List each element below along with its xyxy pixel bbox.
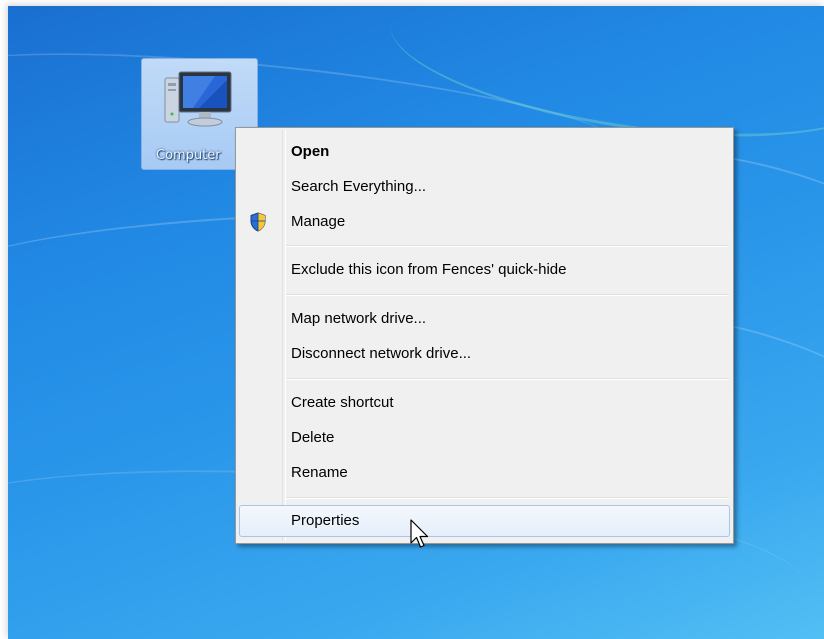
menu-item-create-shortcut[interactable]: Create shortcut: [239, 387, 730, 419]
menu-item-label: Delete: [291, 429, 335, 446]
computer-icon: [164, 71, 232, 127]
menu-item-label: Rename: [291, 464, 348, 481]
menu-item-delete[interactable]: Delete: [239, 422, 730, 454]
menu-item-disconnect-network-drive[interactable]: Disconnect network drive...: [239, 338, 730, 370]
menu-item-search-everything[interactable]: Search Everything...: [239, 171, 730, 203]
menu-item-label: Search Everything...: [291, 178, 427, 195]
menu-item-label: Create shortcut: [291, 394, 394, 411]
menu-item-manage[interactable]: Manage: [239, 206, 730, 238]
menu-item-rename[interactable]: Rename: [239, 457, 730, 489]
menu-item-properties[interactable]: Properties: [239, 505, 730, 537]
menu-item-exclude-fences[interactable]: Exclude this icon from Fences' quick-hid…: [239, 254, 730, 286]
menu-item-label: Map network drive...: [291, 310, 427, 327]
menu-item-open[interactable]: Open: [239, 136, 730, 168]
menu-item-label: Open: [291, 143, 330, 160]
uac-shield-icon: [250, 212, 266, 232]
arrow-pointer-icon: [410, 519, 429, 548]
context-menu[interactable]: Open Search Everything... Manage Exclude…: [235, 127, 734, 544]
menu-separator: [286, 378, 729, 380]
menu-separator: [286, 497, 729, 499]
menu-item-label: Properties: [291, 512, 360, 529]
menu-separator: [286, 245, 729, 247]
menu-separator: [286, 294, 729, 296]
menu-item-label: Disconnect network drive...: [291, 345, 472, 362]
menu-item-label: Exclude this icon from Fences' quick-hid…: [291, 261, 567, 278]
menu-item-label: Manage: [291, 213, 346, 230]
desktop-icon-label: Computer: [156, 148, 221, 163]
menu-item-map-network-drive[interactable]: Map network drive...: [239, 303, 730, 335]
